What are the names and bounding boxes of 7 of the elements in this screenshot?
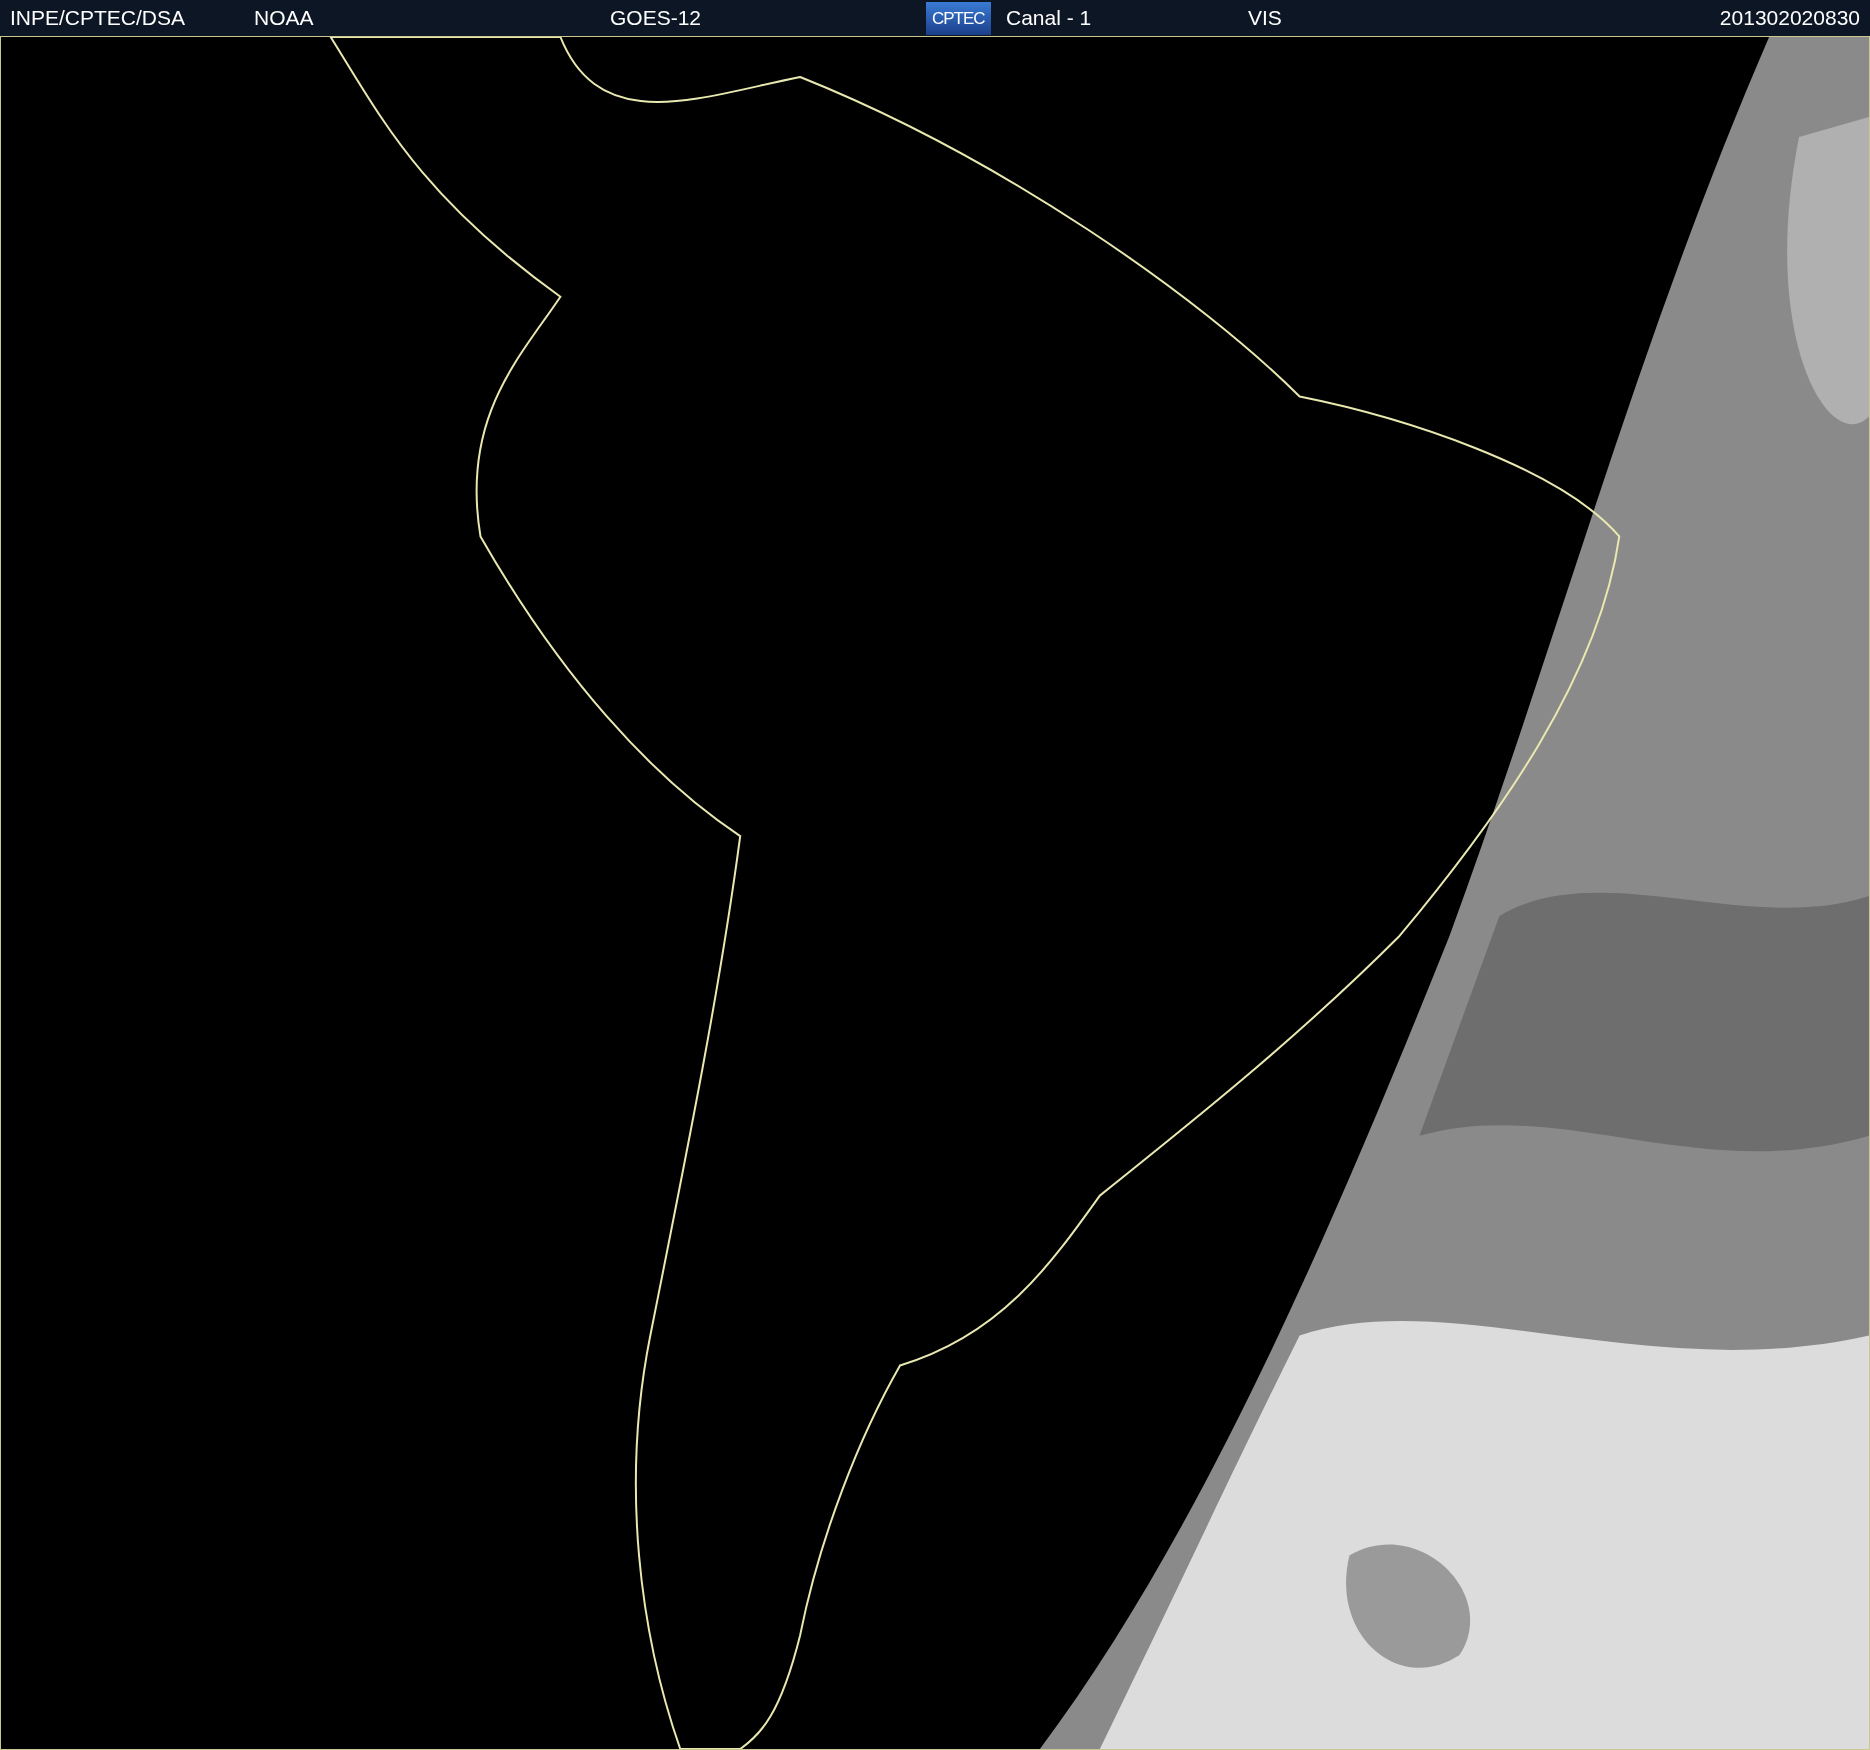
header-label: NOAA bbox=[254, 6, 314, 30]
header-label: VIS bbox=[1248, 6, 1282, 30]
header-label: INPE/CPTEC/DSA bbox=[10, 6, 186, 30]
header-label: GOES-12 bbox=[610, 6, 702, 30]
header-label: Canal - 1 bbox=[1006, 6, 1092, 30]
header-label: 201302020830 bbox=[1719, 6, 1860, 30]
logo: CPTEC bbox=[926, 1, 991, 36]
